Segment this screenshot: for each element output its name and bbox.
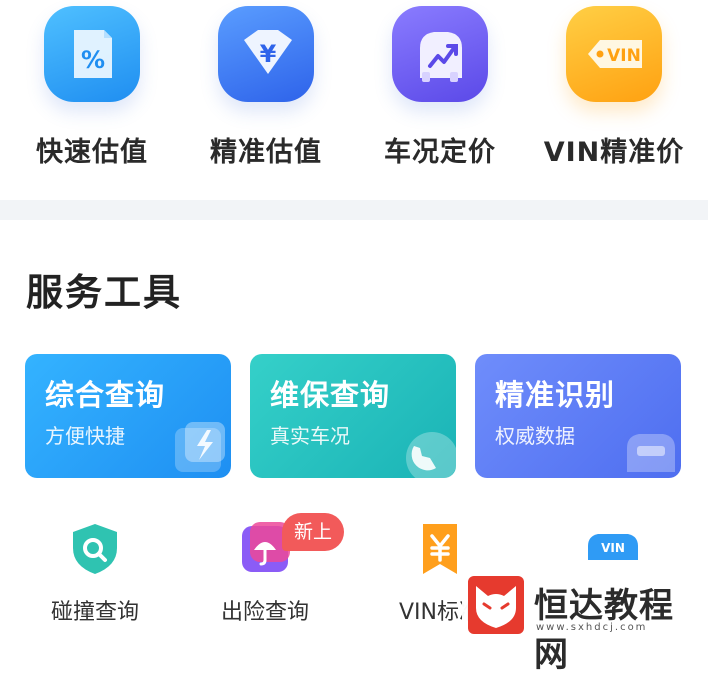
card-title: 精准识别 — [495, 378, 616, 412]
precise-identify-card[interactable]: 精准识别 权威数据 — [475, 354, 681, 478]
svg-text:VIN: VIN — [607, 46, 641, 66]
new-badge: 新上 — [282, 513, 344, 551]
yuan-badge-icon: ¥ — [218, 6, 314, 102]
service-tools-title: 服务工具 — [26, 271, 182, 314]
quick-valuation-item[interactable]: % 快速估值 — [12, 0, 172, 169]
card-subtitle: 权威数据 — [495, 424, 575, 448]
vin-tag-icon: VIN — [566, 6, 662, 102]
condition-pricing-item[interactable]: 车况定价 — [360, 0, 520, 169]
condition-pricing-label: 车况定价 — [384, 137, 496, 168]
svg-text:%: % — [81, 46, 105, 74]
quick-valuation-label: 快速估值 — [36, 137, 148, 168]
card-subtitle: 方便快捷 — [45, 424, 125, 448]
site-watermark: 恒达教程网 www.sxhdcj.com — [462, 572, 708, 675]
card-title: 维保查询 — [270, 378, 391, 412]
section-divider — [0, 200, 708, 220]
maintenance-query-card[interactable]: 维保查询 真实车况 — [250, 354, 456, 478]
card-title: 综合查询 — [45, 378, 166, 412]
yuan-bookmark-icon — [411, 520, 469, 578]
vin-car-icon: VIN — [584, 520, 642, 578]
vin-precise-price-item[interactable]: VIN VIN精准价 — [534, 0, 694, 169]
vin-precise-price-label: VIN精准价 — [543, 137, 685, 168]
collision-query-label: 碰撞查询 — [50, 600, 139, 625]
fox-logo-icon — [468, 576, 524, 634]
shield-search-icon — [66, 520, 124, 578]
car-trend-icon — [392, 6, 488, 102]
collision-query-item[interactable]: 碰撞查询 — [10, 520, 180, 626]
valuation-row: % 快速估值 ¥ 精准估值 车况定价 VIN VIN精准价 — [0, 0, 708, 200]
percent-tag-icon: % — [44, 6, 140, 102]
insurance-claim-query-label: 出险查询 — [220, 600, 309, 625]
wrench-icon — [384, 416, 456, 478]
car-scan-icon — [609, 416, 681, 478]
svg-text:VIN: VIN — [601, 541, 625, 555]
comprehensive-query-card[interactable]: 综合查询 方便快捷 — [25, 354, 231, 478]
lightning-icon — [159, 416, 231, 478]
precise-valuation-item[interactable]: ¥ 精准估值 — [186, 0, 346, 169]
card-subtitle: 真实车况 — [270, 424, 350, 448]
svg-text:¥: ¥ — [260, 40, 277, 68]
watermark-url: www.sxhdcj.com — [536, 622, 648, 633]
precise-valuation-label: 精准估值 — [210, 137, 322, 168]
